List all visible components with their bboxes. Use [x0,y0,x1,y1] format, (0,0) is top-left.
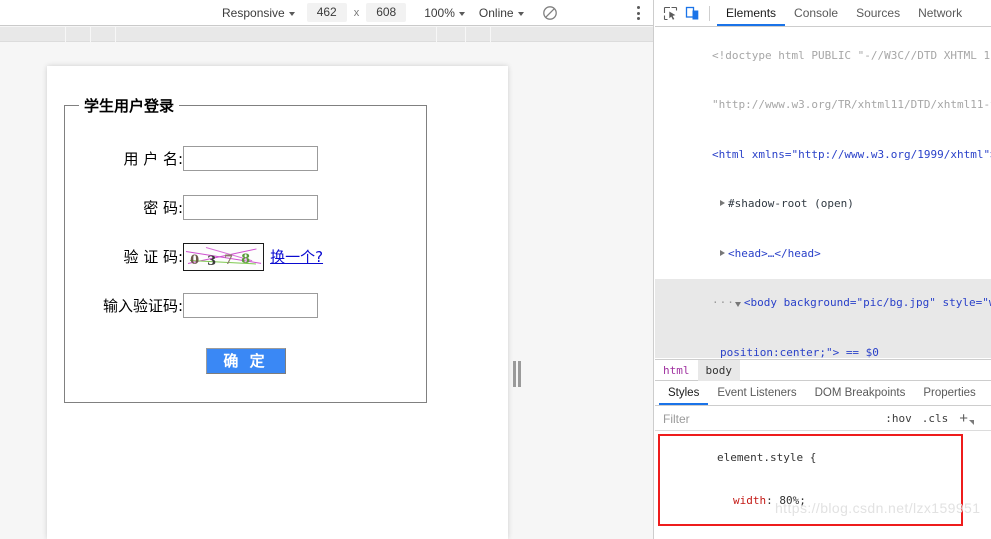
tab-console[interactable]: Console [785,0,847,26]
toggle-device-toolbar-icon[interactable] [681,2,703,24]
captcha-image[interactable]: 0 3 7 8 [183,242,265,271]
submit-button[interactable]: 确 定 [205,348,286,374]
captcha-input-cell [183,281,323,330]
captcha-char-1: 3 [207,253,217,269]
password-label: 密 码: [143,199,184,217]
form-row-captcha: 验 证 码: 0 3 7 8 换一个? [103,232,323,281]
submit-row: 确 定 [65,348,426,374]
tab-sources[interactable]: Sources [847,0,909,26]
disclosure-triangle-icon[interactable] [719,249,725,256]
css-media-query: @media screen and (max-width: 720px) [655,530,982,539]
styles-filter-bar: :hov .cls + [655,407,991,431]
toolbar-divider [709,5,710,21]
login-legend: 学生用户登录 [84,97,175,115]
dom-node-html-open[interactable]: <html xmlns="http://www.w3.org/1999/xhtm… [655,130,991,180]
form-row-username: 用 户 名: [103,134,323,183]
chevron-down-icon [458,11,465,16]
captcha-input-label: 输入验证码: [103,297,184,315]
captcha-char-3: 8 [241,251,251,267]
dom-node-head[interactable]: <head>…</head> [655,229,991,279]
password-input-cell [183,183,323,232]
throttling-label: Online [478,5,514,20]
inspect-element-icon[interactable] [659,2,681,24]
tab-properties[interactable]: Properties [914,382,984,405]
dom-node-doctype-1: <!doctype html PUBLIC "-//W3C//DTD XHTML… [711,48,991,62]
zoom-label: 100% [424,5,455,20]
username-input-cell [183,134,323,183]
tab-event-listeners[interactable]: Event Listeners [708,382,805,405]
css-rule-selector: element.style { [716,450,817,464]
breadcrumb-item-html[interactable]: html [655,360,698,381]
device-emulation-pane: Responsive x 100% Online [0,0,654,539]
devtools-panel: Elements Console Sources Network <!docty… [655,0,991,539]
throttling-select[interactable]: Online [475,3,528,23]
tab-dom-breakpoints[interactable]: DOM Breakpoints [806,382,915,405]
password-input[interactable] [183,195,319,220]
styles-tabbar: Styles Event Listeners DOM Breakpoints P… [655,382,991,406]
elements-dom-tree[interactable]: <!doctype html PUBLIC "-//W3C//DTD XHTML… [655,28,991,358]
captcha-input[interactable] [183,293,319,318]
captcha-label: 验 证 码: [123,248,184,266]
devtools-tabbar: Elements Console Sources Network [655,0,991,27]
form-row-password: 密 码: [103,183,323,232]
no-throttling-icon[interactable] [542,5,558,21]
dimension-separator: x [353,6,360,19]
viewport-canvas: 学生用户登录 用 户 名: 密 码: 验 证 码: 0 3 7 8 换一个? 输… [0,42,653,539]
device-preset-label: Responsive [222,5,285,20]
css-declaration-width[interactable]: width: 80%; [655,480,982,524]
more-options-icon[interactable] [630,4,646,22]
styles-rules-pane[interactable]: element.style { width: 80%; height: 70%;… [655,432,982,539]
login-fieldset: 学生用户登录 用 户 名: 密 码: 验 证 码: 0 3 7 8 换一个? 输… [64,95,427,403]
dom-node-body-open-cont[interactable]: position:center;"> == $0 [655,328,991,358]
styles-filter-input[interactable] [655,407,881,430]
dom-node-doctype-2: "http://www.w3.org/TR/xhtml11/DTD/xhtml1… [711,98,991,111]
dom-node-body-open[interactable]: ··· <body background="pic/bg.jpg" style="… [655,278,991,328]
chevron-down-icon [517,11,524,16]
chevron-down-icon [288,11,295,16]
breadcrumb: html body [655,359,991,381]
captcha-cell: 0 3 7 8 换一个? [183,232,323,281]
tab-network[interactable]: Network [909,0,971,26]
devtools-window: Responsive x 100% Online [0,0,991,539]
zoom-select[interactable]: 100% [420,3,469,23]
captcha-char-0: 0 [190,252,200,268]
device-preset-select[interactable]: Responsive [218,3,299,23]
rendered-page-viewport: 学生用户登录 用 户 名: 密 码: 验 证 码: 0 3 7 8 换一个? 输… [47,66,508,539]
viewport-height-input[interactable] [366,3,407,22]
viewport-width-input[interactable] [306,3,347,22]
captcha-char-2: 7 [224,252,234,268]
chevron-down-icon [969,420,974,425]
login-page: 学生用户登录 用 户 名: 密 码: 验 证 码: 0 3 7 8 换一个? 输… [47,66,508,539]
force-state-button[interactable]: :hov [880,412,917,425]
disclosure-triangle-icon[interactable] [719,200,725,206]
username-label: 用 户 名: [123,150,184,168]
tab-elements[interactable]: Elements [717,0,786,26]
tab-styles[interactable]: Styles [659,382,709,405]
breadcrumb-item-body[interactable]: body [697,359,740,381]
form-row-captcha-input: 输入验证码: [103,281,323,330]
dom-node-shadow-root[interactable]: #shadow-root (open) [655,180,991,230]
disclosure-triangle-icon[interactable] [734,302,741,307]
username-input[interactable] [183,146,319,171]
element-classes-button[interactable]: .cls [917,412,954,425]
viewport-ruler [0,27,653,42]
refresh-captcha-link[interactable]: 换一个? [270,246,323,267]
viewport-resize-handle[interactable] [511,360,522,388]
login-form-table: 用 户 名: 密 码: 验 证 码: 0 3 7 8 换一个? 输入验证码: [103,134,323,330]
device-toolbar: Responsive x 100% Online [0,0,653,26]
